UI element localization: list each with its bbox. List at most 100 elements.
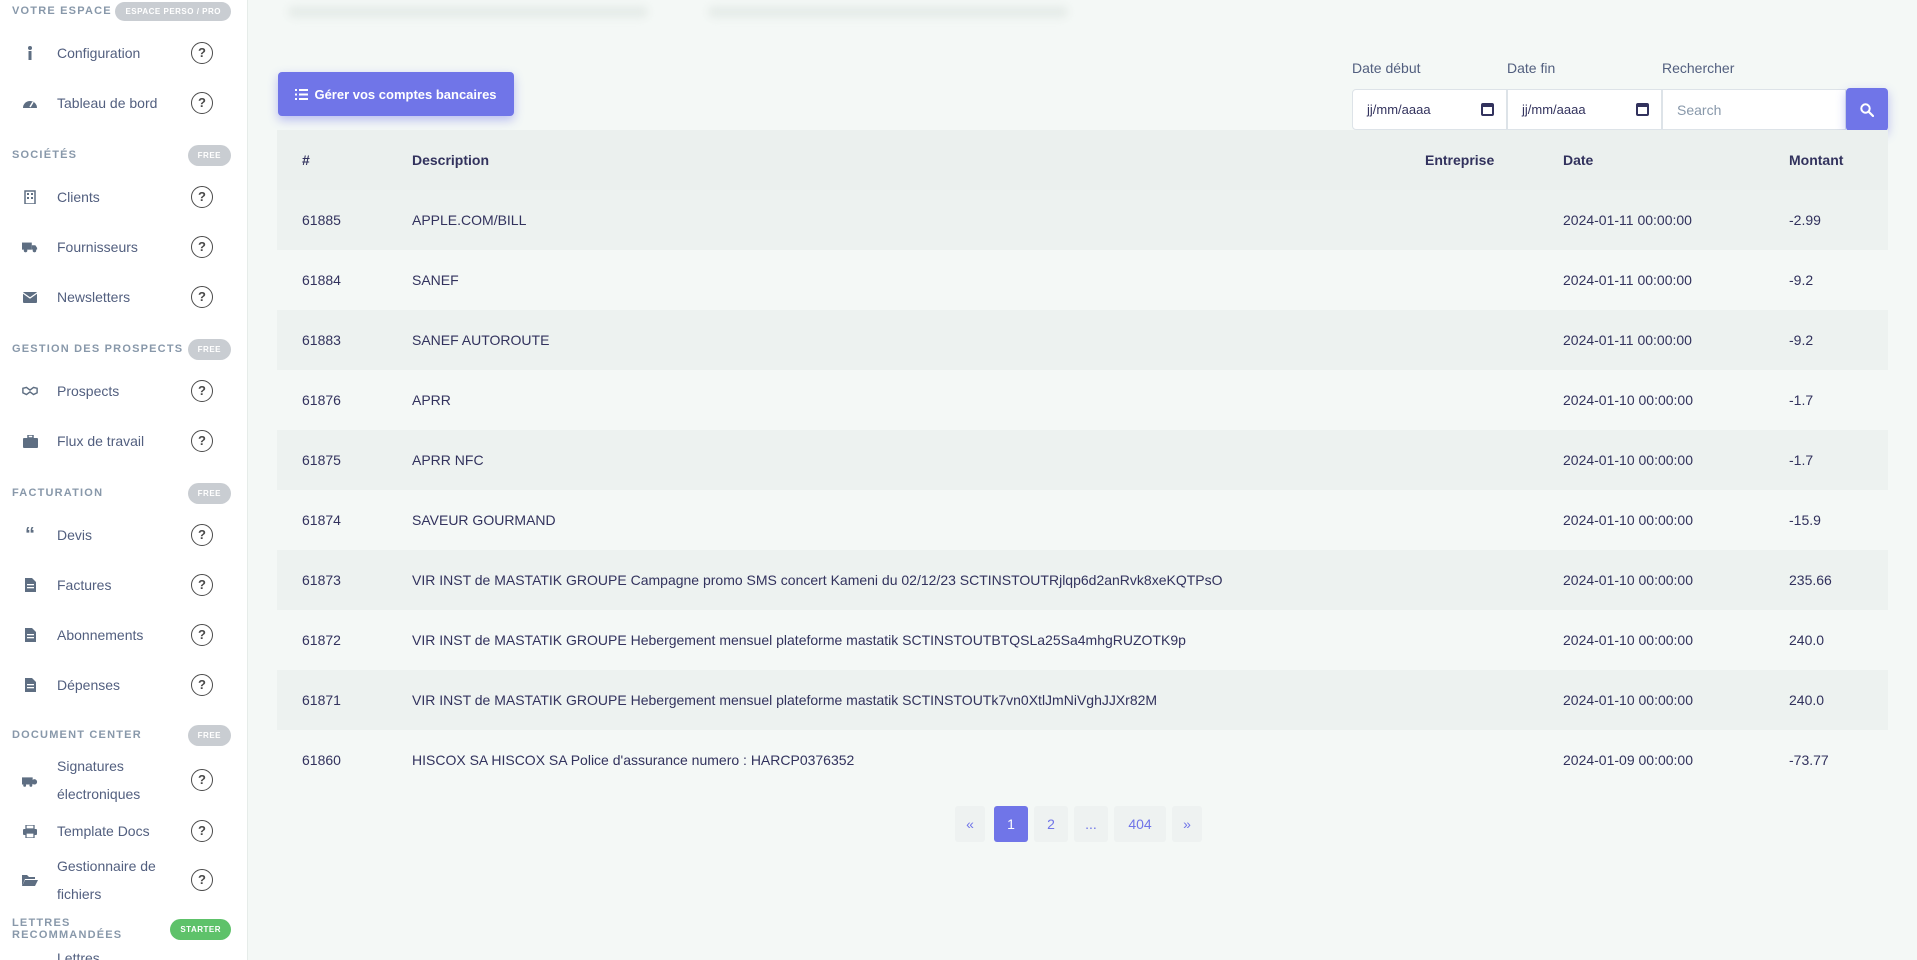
section-title: LETTRES RECOMMANDÉES (12, 917, 123, 941)
cell-id: 61876 (302, 392, 341, 408)
pagination-page-404[interactable]: 404 (1114, 806, 1166, 842)
envelope-icon (22, 289, 38, 305)
sidebar-item-label: Factures (57, 577, 112, 593)
cell-id: 61874 (302, 512, 341, 528)
sidebar-item-label: Prospects (57, 383, 120, 399)
table-row[interactable]: 61871 VIR INST de MASTATIK GROUPE Heberge… (277, 670, 1888, 730)
section-header-lettres-recommandees: LETTRES RECOMMANDÉES STARTER (12, 917, 231, 941)
sidebar-item-label: Template Docs (57, 823, 150, 839)
cell-description: VIR INST de MASTATIK GROUPE Hebergement … (412, 632, 1186, 648)
table-row[interactable]: 61874 SAVEUR GOURMAND 2024-01-10 00:00:00 -… (277, 490, 1888, 550)
sidebar-item-label: Fournisseurs (57, 239, 138, 255)
table-row[interactable]: 61885 APPLE.COM/BILL 2024-01-11 00:00:00 -2… (277, 190, 1888, 250)
column-header-date[interactable]: Date (1563, 130, 1593, 190)
date-start-label: Date début (1352, 60, 1421, 76)
sidebar-item-template-docs[interactable]: Template Docs ? (0, 806, 247, 856)
sidebar-item-depenses[interactable]: Dépenses ? (0, 660, 247, 710)
search-button[interactable] (1846, 88, 1888, 131)
date-start-input[interactable]: jj/mm/aaaa (1352, 89, 1507, 130)
cell-montant: -2.99 (1789, 212, 1821, 228)
date-end-input[interactable]: jj/mm/aaaa (1507, 89, 1662, 130)
cell-date: 2024-01-10 00:00:00 (1563, 512, 1693, 528)
sidebar-item-label: Newsletters (57, 289, 131, 305)
table-row[interactable]: 61883 SANEF AUTOROUTE 2024-01-11 00:00:00 -… (277, 310, 1888, 370)
column-header-description[interactable]: Description (412, 130, 489, 190)
sidebar-item-label: Lettres (57, 950, 100, 960)
cell-montant: -73.77 (1789, 752, 1829, 768)
sidebar-item-tableau-de-bord[interactable]: Tableau de bord ? (0, 78, 247, 128)
sidebar-item-devis[interactable]: “ Devis ? (0, 510, 247, 560)
table-row[interactable]: 61876 APRR 2024-01-10 00:00:00 -1.7 (277, 370, 1888, 430)
column-header-id[interactable]: # (302, 130, 310, 190)
section-badge: FREE (187, 724, 231, 746)
section-header-facturation: FACTURATION FREE (12, 482, 231, 504)
cell-id: 61872 (302, 632, 341, 648)
sidebar-item-clients[interactable]: Clients ? (0, 172, 247, 222)
search-icon (1860, 102, 1874, 117)
pagination-prev[interactable]: « (955, 806, 985, 842)
section-title: GESTION DES PROSPECTS (12, 343, 184, 355)
help-icon[interactable]: ? (191, 380, 213, 402)
sidebar-item-label: Gestionnaire de fichiers (57, 858, 156, 902)
sidebar-item-prospects[interactable]: Prospects ? (0, 366, 247, 416)
sidebar-item-label: Flux de travail (57, 433, 145, 449)
date-start-value: jj/mm/aaaa (1367, 102, 1431, 117)
pagination-next[interactable]: » (1172, 806, 1202, 842)
help-icon[interactable]: ? (191, 524, 213, 546)
column-header-montant[interactable]: Montant (1789, 130, 1843, 190)
help-icon[interactable]: ? (191, 186, 213, 208)
sidebar-item-gestionnaire-fichiers[interactable]: Gestionnaire de fichiers ? (0, 852, 247, 908)
search-input[interactable]: Search (1662, 89, 1846, 130)
table-row[interactable]: 61860 HISCOX SA HISCOX SA Police d'assura… (277, 730, 1888, 790)
help-icon[interactable]: ? (191, 624, 213, 646)
help-icon[interactable]: ? (191, 769, 213, 791)
manage-bank-accounts-button[interactable]: Gérer vos comptes bancaires (278, 72, 514, 116)
cell-description: SANEF (412, 272, 459, 288)
cell-date: 2024-01-11 00:00:00 (1563, 332, 1692, 348)
sidebar-item-signatures[interactable]: Signatures électroniques ? (0, 752, 247, 808)
sidebar-item-newsletters[interactable]: Newsletters ? (0, 272, 247, 322)
sidebar-item-label: Abonnements (57, 627, 144, 643)
help-icon[interactable]: ? (191, 820, 213, 842)
table-row[interactable]: 61884 SANEF 2024-01-11 00:00:00 -9.2 (277, 250, 1888, 310)
date-end-value: jj/mm/aaaa (1522, 102, 1586, 117)
column-header-entreprise[interactable]: Entreprise (1425, 130, 1494, 190)
pagination-page-2[interactable]: 2 (1034, 806, 1068, 842)
help-icon[interactable]: ? (191, 286, 213, 308)
pagination-ellipsis: ... (1074, 806, 1108, 842)
section-header-societes: SOCIÉTÉS FREE (12, 144, 231, 166)
help-icon[interactable]: ? (191, 674, 213, 696)
calendar-icon[interactable] (1636, 103, 1649, 116)
cell-id: 61875 (302, 452, 341, 468)
sidebar-item-label: Clients (57, 189, 100, 205)
section-badge: STARTER (170, 918, 231, 940)
calendar-icon[interactable] (1481, 103, 1494, 116)
section-header-gestion-prospects: GESTION DES PROSPECTS FREE (12, 338, 231, 360)
transactions-table: # Description Entreprise Date Montant 61… (277, 130, 1888, 790)
sidebar-item-lettres[interactable]: Lettres (0, 944, 247, 960)
cell-date: 2024-01-10 00:00:00 (1563, 632, 1693, 648)
cell-date: 2024-01-10 00:00:00 (1563, 452, 1693, 468)
sidebar-item-abonnements[interactable]: Abonnements ? (0, 610, 247, 660)
folder-open-icon (22, 872, 38, 888)
sidebar-item-configuration[interactable]: Configuration ? (0, 28, 247, 78)
building-icon (22, 189, 38, 205)
sidebar-item-label: Devis (57, 527, 93, 543)
table-row[interactable]: 61872 VIR INST de MASTATIK GROUPE Heberge… (277, 610, 1888, 670)
cell-id: 61871 (302, 692, 341, 708)
help-icon[interactable]: ? (191, 574, 213, 596)
help-icon[interactable]: ? (191, 430, 213, 452)
sidebar-item-fournisseurs[interactable]: Fournisseurs ? (0, 222, 247, 272)
pagination-page-1[interactable]: 1 (994, 806, 1028, 842)
print-icon (22, 823, 38, 839)
cell-montant: -9.2 (1789, 332, 1814, 348)
sidebar-item-flux-de-travail[interactable]: Flux de travail ? (0, 416, 247, 466)
table-row[interactable]: 61875 APRR NFC 2024-01-10 00:00:00 -1.7 (277, 430, 1888, 490)
help-icon[interactable]: ? (191, 236, 213, 258)
sidebar-item-factures[interactable]: Factures ? (0, 560, 247, 610)
help-icon[interactable]: ? (191, 42, 213, 64)
help-icon[interactable]: ? (191, 92, 213, 114)
help-icon[interactable]: ? (191, 869, 213, 891)
table-row[interactable]: 61873 VIR INST de MASTATIK GROUPE Campagn… (277, 550, 1888, 610)
section-title: VOTRE ESPACE (12, 5, 112, 17)
